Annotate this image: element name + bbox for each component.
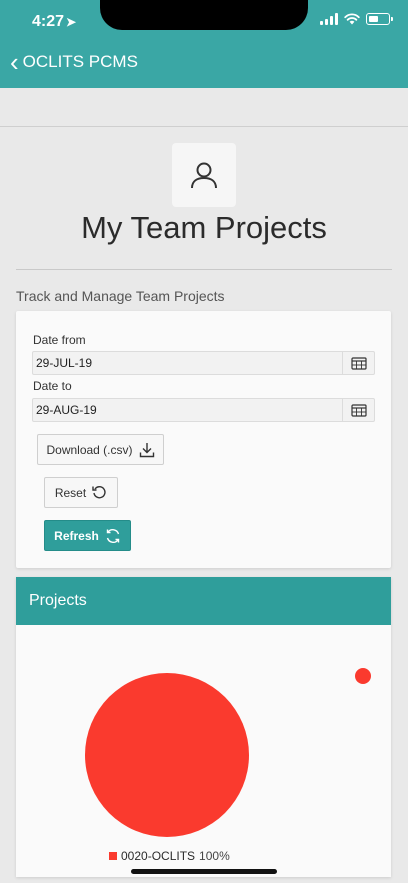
calendar-icon[interactable]	[342, 352, 374, 374]
projects-pie-chart	[85, 668, 371, 837]
status-icons	[320, 13, 393, 25]
date-to-field[interactable]: 29-AUG-19	[32, 398, 375, 422]
pie-marker-dot	[355, 668, 371, 684]
reset-button[interactable]: Reset	[44, 477, 118, 508]
home-indicator	[131, 869, 277, 874]
cellular-signal-icon	[320, 13, 338, 25]
back-button[interactable]: ‹ OCLITS PCMS	[10, 47, 138, 77]
wifi-icon	[344, 13, 360, 25]
filter-card: Date from 29-JUL-19 Date to 29-AUG-19 Do…	[16, 311, 391, 568]
download-csv-label: Download (.csv)	[46, 442, 133, 457]
calendar-icon[interactable]	[342, 399, 374, 421]
reset-label: Reset	[54, 485, 87, 500]
legend-percent: 100%	[199, 849, 230, 863]
date-from-field[interactable]: 29-JUL-19	[32, 351, 375, 375]
chart-legend: 0020-OCLITS 100%	[109, 849, 230, 863]
user-icon	[191, 162, 217, 189]
download-icon	[139, 442, 154, 457]
reset-icon	[92, 486, 106, 499]
battery-icon	[366, 13, 393, 25]
back-button-label: OCLITS PCMS	[22, 52, 138, 71]
pie-slice[interactable]	[85, 673, 249, 837]
page-title: My Team Projects	[81, 210, 327, 245]
projects-header: Projects	[16, 577, 391, 625]
header-bar: 4:27 ➤ ‹ OCLITS PCMS	[0, 0, 408, 88]
projects-card: Projects 0020-OCLITS 100%	[16, 577, 391, 877]
date-to-value[interactable]: 29-AUG-19	[33, 399, 342, 421]
date-to-label: Date to	[33, 379, 72, 393]
legend-label: 0020-OCLITS	[121, 849, 196, 863]
status-time-text: 4:27	[32, 13, 65, 30]
section-subtitle: Track and Manage Team Projects	[16, 288, 225, 304]
title-divider	[16, 269, 392, 270]
location-arrow-icon: ➤	[66, 15, 77, 29]
refresh-label: Refresh	[54, 528, 99, 543]
status-time: 4:27 ➤	[32, 13, 76, 31]
avatar	[172, 143, 236, 207]
date-from-value[interactable]: 29-JUL-19	[33, 352, 342, 374]
chevron-left-icon: ‹	[10, 47, 19, 77]
refresh-button[interactable]: Refresh	[44, 520, 131, 551]
download-csv-button[interactable]: Download (.csv)	[37, 434, 164, 465]
device-notch	[100, 0, 308, 30]
date-from-label: Date from	[33, 333, 86, 347]
divider	[0, 126, 408, 127]
refresh-icon	[106, 528, 120, 543]
legend-swatch	[109, 852, 117, 860]
